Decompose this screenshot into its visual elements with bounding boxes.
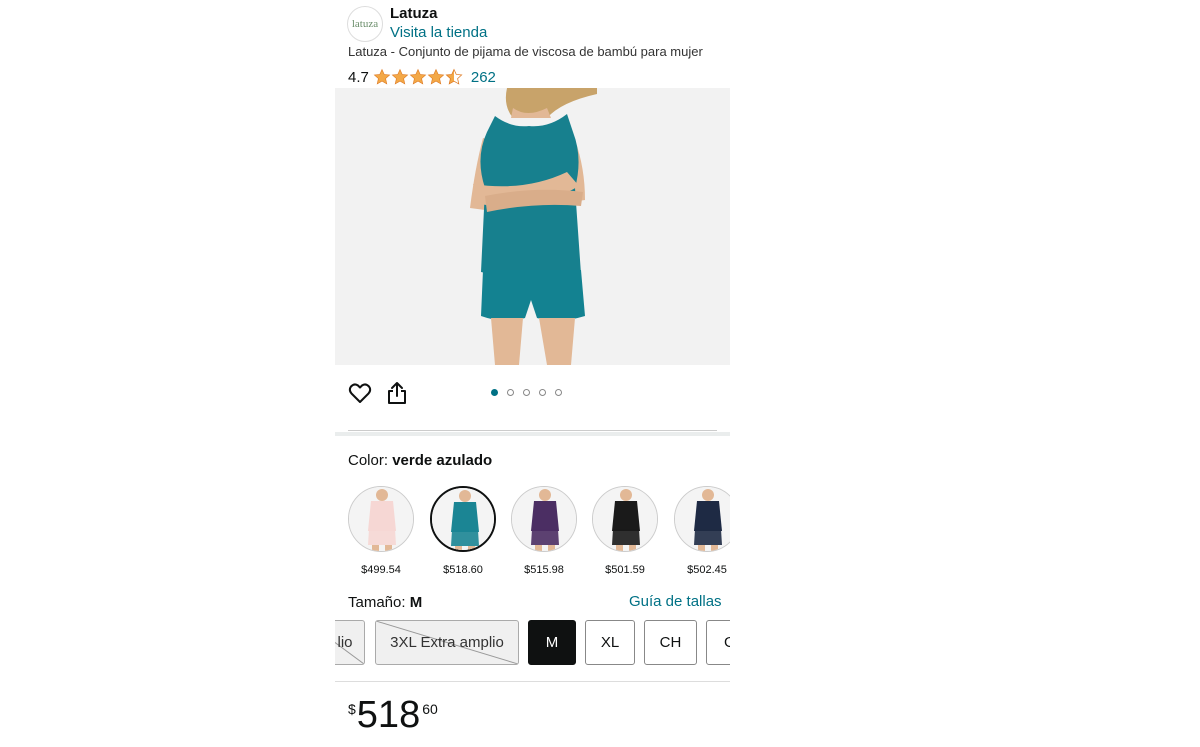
size-option-xl[interactable]: XL (585, 620, 635, 665)
swatch-thumbnail (512, 487, 576, 551)
size-option-m[interactable]: M (528, 620, 576, 665)
half-star-icon (445, 68, 463, 85)
color-swatch[interactable] (511, 486, 577, 552)
carousel-dots (491, 389, 562, 396)
rating-value: 4.7 (348, 68, 369, 86)
price-fraction: 60 (422, 701, 438, 717)
color-label-text: Color: (348, 452, 389, 469)
size-option-ch[interactable]: CH (644, 620, 697, 665)
size-option-label: XL (600, 634, 620, 651)
size-option-label: CH (659, 634, 682, 651)
color-swatch[interactable] (430, 486, 496, 552)
swatch-price: $502.45 (687, 564, 727, 576)
selected-size: M (409, 594, 423, 611)
color-label: Color: verde azulado (348, 452, 492, 469)
carousel-dot[interactable] (523, 389, 530, 396)
size-option-unavailable[interactable]: lio (335, 620, 365, 665)
product-panel: latuza Latuza Visita la tienda Latuza - … (335, 0, 730, 747)
carousel-dot[interactable] (491, 389, 498, 396)
size-label: Tamaño: M (348, 594, 422, 611)
visit-store-link[interactable]: Visita la tienda (390, 24, 487, 41)
size-guide-link[interactable]: Guía de tallas (629, 593, 722, 610)
swatch-thumbnail (349, 487, 413, 551)
size-option-g[interactable]: G (706, 620, 730, 665)
star-icon (409, 68, 427, 85)
price-symbol: $ (348, 701, 356, 717)
price: $ 518 60 (348, 692, 438, 738)
star-icon (427, 68, 445, 85)
color-swatch[interactable] (348, 486, 414, 552)
color-swatch[interactable] (592, 486, 658, 552)
brand-logo-text: latuza (351, 18, 379, 30)
model-photo (335, 88, 730, 365)
size-label-text: Tamaño: (348, 594, 406, 611)
size-option-label: lio (337, 634, 353, 651)
rating-row[interactable]: 4.7 262 (348, 67, 496, 87)
brand-logo[interactable]: latuza (347, 6, 383, 42)
swatch-price: $515.98 (524, 564, 564, 576)
swatch-price: $501.59 (605, 564, 645, 576)
size-option-label: M (545, 634, 559, 651)
star-icon (373, 68, 391, 85)
divider (348, 430, 717, 431)
section-divider (335, 432, 730, 436)
product-title: Latuza - Conjunto de pijama de viscosa d… (348, 44, 703, 59)
size-option-label: G (724, 634, 730, 651)
carousel-dot[interactable] (555, 389, 562, 396)
size-option-label: 3XL Extra amplio (390, 634, 504, 651)
product-image[interactable] (335, 88, 730, 365)
divider (335, 681, 730, 682)
swatch-thumbnail (675, 487, 730, 551)
size-option-3xl[interactable]: 3XL Extra amplio (375, 620, 519, 665)
swatch-thumbnail (593, 487, 657, 551)
heart-icon[interactable] (348, 382, 372, 404)
share-icon[interactable] (387, 381, 407, 405)
color-swatch[interactable] (674, 486, 730, 552)
star-icon (391, 68, 409, 85)
swatch-thumbnail (432, 488, 494, 550)
star-rating (373, 68, 463, 86)
brand-name: Latuza (390, 5, 438, 22)
review-count-link[interactable]: 262 (471, 69, 496, 86)
swatch-price: $518.60 (443, 564, 483, 576)
carousel-dot[interactable] (539, 389, 546, 396)
swatch-price: $499.54 (361, 564, 401, 576)
price-whole: 518 (356, 694, 421, 736)
selected-color: verde azulado (392, 452, 493, 469)
carousel-dot[interactable] (507, 389, 514, 396)
